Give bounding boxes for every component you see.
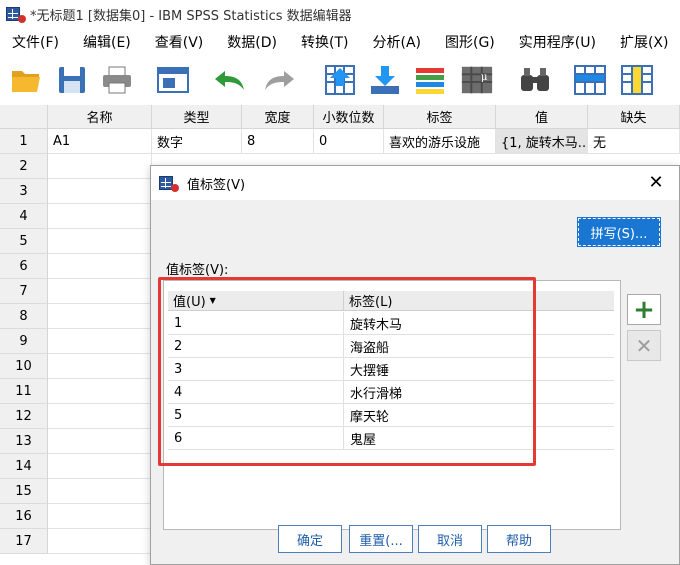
window-title: *无标题1 [数据集0] - IBM SPSS Statistics 数据编辑器 <box>30 8 352 24</box>
spss-app-icon <box>6 5 26 23</box>
insert-variable-icon[interactable] <box>620 63 654 97</box>
menu-analyze[interactable]: 分析(A) <box>372 32 421 52</box>
cell-values[interactable]: {1, 旋转木马... <box>496 129 588 154</box>
empty-cell[interactable] <box>48 454 152 479</box>
cell-width[interactable]: 8 <box>242 129 314 154</box>
run-descriptives-icon[interactable]: μ <box>460 63 494 97</box>
spelling-button[interactable]: 拼写(S)... <box>577 217 661 247</box>
empty-cell[interactable] <box>48 479 152 504</box>
row-header[interactable]: 14 <box>0 454 48 479</box>
empty-cell[interactable] <box>48 179 152 204</box>
redo-icon[interactable] <box>262 63 296 97</box>
cancel-button[interactable]: 取消 <box>418 525 482 553</box>
highlight-annotation <box>158 277 536 466</box>
menu-graphs[interactable]: 图形(G) <box>445 32 495 52</box>
row-header[interactable]: 12 <box>0 404 48 429</box>
add-button[interactable]: + <box>627 294 661 325</box>
row-header[interactable]: 17 <box>0 529 48 554</box>
row-header[interactable]: 16 <box>0 504 48 529</box>
help-button[interactable]: 帮助 <box>487 525 551 553</box>
row-header[interactable]: 15 <box>0 479 48 504</box>
remove-icon: ✕ <box>635 333 653 358</box>
col-header-label[interactable]: 标签 <box>384 105 496 129</box>
cell-decimals[interactable]: 0 <box>314 129 384 154</box>
goto-case-icon[interactable] <box>323 63 357 97</box>
row-header[interactable]: 9 <box>0 329 48 354</box>
empty-cell[interactable] <box>48 404 152 429</box>
cell-name[interactable]: A1 <box>48 129 152 154</box>
dialog-title: 值标签(V) <box>187 177 246 193</box>
find-icon[interactable] <box>518 63 552 97</box>
close-icon[interactable]: ✕ <box>647 174 665 192</box>
remove-button[interactable]: ✕ <box>627 330 661 361</box>
menu-transform[interactable]: 转换(T) <box>301 32 348 52</box>
empty-cell[interactable] <box>48 304 152 329</box>
empty-cell[interactable] <box>48 279 152 304</box>
row-header[interactable]: 10 <box>0 354 48 379</box>
col-header-values[interactable]: 值 <box>496 105 588 129</box>
empty-cell[interactable] <box>48 204 152 229</box>
row-header[interactable]: 1 <box>0 129 48 154</box>
menu-view[interactable]: 查看(V) <box>155 32 204 52</box>
dialog-app-icon <box>159 174 179 192</box>
col-header-name[interactable]: 名称 <box>48 105 152 129</box>
empty-cell[interactable] <box>48 379 152 404</box>
menu-edit[interactable]: 编辑(E) <box>83 32 131 52</box>
empty-cell[interactable] <box>48 529 152 554</box>
empty-cell[interactable] <box>48 154 152 179</box>
menu-data[interactable]: 数据(D) <box>227 32 277 52</box>
row-header[interactable]: 2 <box>0 154 48 179</box>
row-header[interactable]: 5 <box>0 229 48 254</box>
print-icon[interactable] <box>100 63 134 97</box>
col-header-decimals[interactable]: 小数位数 <box>314 105 384 129</box>
col-header-width[interactable]: 宽度 <box>242 105 314 129</box>
grid-corner <box>0 105 48 129</box>
dialog-titlebar: 值标签(V) ✕ <box>151 166 679 200</box>
row-header[interactable]: 11 <box>0 379 48 404</box>
variables-icon[interactable] <box>413 63 447 97</box>
row-header[interactable]: 3 <box>0 179 48 204</box>
cell-type[interactable]: 数字 <box>152 129 242 154</box>
dialog-recall-icon[interactable] <box>157 63 191 97</box>
row-header[interactable]: 6 <box>0 254 48 279</box>
save-icon[interactable] <box>55 63 89 97</box>
value-labels-label: 值标签(V): <box>166 263 229 278</box>
plus-icon: + <box>633 294 655 325</box>
empty-cell[interactable] <box>48 254 152 279</box>
empty-cell[interactable] <box>48 504 152 529</box>
row-header[interactable]: 7 <box>0 279 48 304</box>
reset-button[interactable]: 重置(... <box>349 525 413 553</box>
empty-cell[interactable] <box>48 329 152 354</box>
svg-text:μ: μ <box>481 71 488 83</box>
toolbar: μ <box>0 55 680 105</box>
empty-cell[interactable] <box>48 354 152 379</box>
empty-cell[interactable] <box>48 429 152 454</box>
menu-extensions[interactable]: 扩展(X) <box>620 32 669 52</box>
goto-variable-icon[interactable] <box>368 63 402 97</box>
col-header-type[interactable]: 类型 <box>152 105 242 129</box>
undo-icon[interactable] <box>213 63 247 97</box>
empty-cell[interactable] <box>48 229 152 254</box>
row-header[interactable]: 8 <box>0 304 48 329</box>
row-header[interactable]: 4 <box>0 204 48 229</box>
window-titlebar: *无标题1 [数据集0] - IBM SPSS Statistics 数据编辑器 <box>0 0 680 28</box>
insert-cases-icon[interactable] <box>573 63 607 97</box>
menu-utilities[interactable]: 实用程序(U) <box>519 32 596 52</box>
menubar: 文件(F) 编辑(E) 查看(V) 数据(D) 转换(T) 分析(A) 图形(G… <box>0 28 680 55</box>
menu-file[interactable]: 文件(F) <box>12 32 59 52</box>
cell-label[interactable]: 喜欢的游乐设施 <box>384 129 496 154</box>
open-folder-icon[interactable] <box>10 63 44 97</box>
ok-button[interactable]: 确定 <box>278 525 342 553</box>
col-header-missing[interactable]: 缺失 <box>588 105 680 129</box>
value-labels-dialog: 值标签(V) ✕ 拼写(S)... 值标签(V): 值(U) ▼ 标签(L) 1… <box>150 165 680 565</box>
cell-missing[interactable]: 无 <box>588 129 680 154</box>
row-header[interactable]: 13 <box>0 429 48 454</box>
